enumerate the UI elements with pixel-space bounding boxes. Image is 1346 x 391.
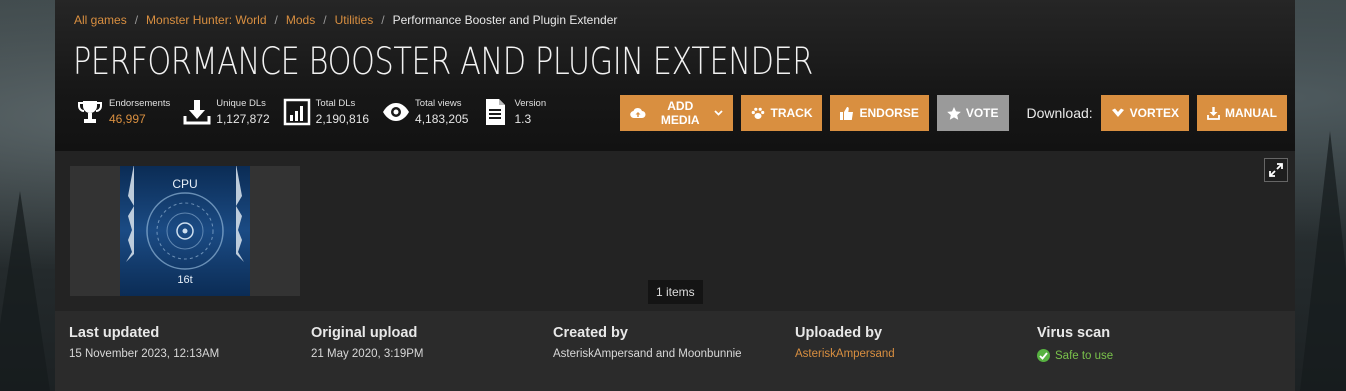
meta-created-by: Created by AsteriskAmpersand and Moonbun… bbox=[553, 325, 742, 360]
stat-label: Endorsements bbox=[109, 98, 171, 109]
virus-scan-status[interactable]: Safe to use bbox=[1037, 349, 1113, 362]
breadcrumb-current: Performance Booster and Plugin Extender bbox=[392, 13, 618, 27]
virus-scan-label: Safe to use bbox=[1055, 349, 1114, 362]
meta-label: Original upload bbox=[311, 325, 418, 341]
breadcrumb-all-games[interactable]: All games bbox=[74, 13, 127, 27]
thumb-title: CPU bbox=[172, 177, 197, 191]
stat-total-dls: Total DLs 2,190,816 bbox=[282, 97, 369, 127]
meta-virus-scan: Virus scan Safe to use bbox=[1037, 325, 1113, 362]
mod-header: All games / Monster Hunter: World / Mods… bbox=[55, 0, 1295, 151]
thumb-caption: 16t bbox=[177, 274, 192, 286]
meta-label: Last updated bbox=[69, 325, 160, 341]
stat-value: 46,997 bbox=[109, 112, 146, 126]
meta-label: Virus scan bbox=[1037, 325, 1111, 341]
uploader-link[interactable]: AsteriskAmpersand bbox=[795, 348, 895, 360]
media-gallery: CPU 16t 1 items bbox=[55, 151, 1295, 311]
meta-label: Uploaded by bbox=[795, 325, 883, 341]
manual-label: MANUAL bbox=[1225, 106, 1277, 120]
trophy-icon bbox=[75, 97, 105, 127]
track-button[interactable]: TRACK bbox=[741, 95, 823, 131]
vortex-label: VORTEX bbox=[1129, 106, 1179, 120]
stat-value: 1.3 bbox=[514, 112, 532, 126]
vortex-download-button[interactable]: VORTEX bbox=[1100, 95, 1189, 131]
breadcrumb-mods[interactable]: Mods bbox=[286, 13, 315, 27]
thumbs-up-icon bbox=[840, 106, 854, 120]
manual-download-button[interactable]: MANUAL bbox=[1197, 95, 1287, 131]
paw-icon bbox=[751, 107, 765, 120]
stat-label: Unique DLs bbox=[216, 98, 266, 109]
breadcrumb-category[interactable]: Utilities bbox=[335, 13, 374, 27]
eye-icon bbox=[381, 97, 411, 127]
stat-endorsements: Endorsements 46,997 bbox=[75, 97, 170, 127]
gallery-thumbnail[interactable]: CPU 16t bbox=[70, 166, 300, 296]
chevron-down-icon bbox=[714, 110, 724, 116]
stat-version: Version 1.3 bbox=[480, 97, 546, 127]
add-media-label: ADD MEDIA bbox=[660, 99, 700, 127]
stat-label: Total DLs bbox=[315, 98, 356, 109]
check-icon bbox=[1037, 349, 1050, 362]
stat-unique-dls: Unique DLs 1,127,872 bbox=[182, 97, 270, 127]
meta-original-upload: Original upload 21 May 2020, 3:19PM bbox=[311, 325, 424, 360]
add-media-button[interactable]: ADD MEDIA bbox=[620, 95, 734, 131]
vote-button[interactable]: VOTE bbox=[936, 95, 1009, 131]
meta-last-updated: Last updated 15 November 2023, 12:13AM bbox=[69, 325, 219, 360]
breadcrumb-game[interactable]: Monster Hunter: World bbox=[146, 13, 267, 27]
endorse-label: ENDORSE bbox=[859, 106, 919, 120]
gallery-count: 1 items bbox=[648, 280, 703, 304]
mod-image: CPU 16t bbox=[120, 166, 250, 296]
endorse-button[interactable]: ENDORSE bbox=[830, 95, 929, 131]
document-icon bbox=[480, 97, 510, 127]
stat-label: Total views bbox=[415, 98, 462, 109]
stat-value: 1,127,872 bbox=[216, 112, 270, 126]
meta-value: 21 May 2020, 3:19PM bbox=[311, 348, 424, 360]
download-label: Download: bbox=[1026, 105, 1093, 121]
meta-value: AsteriskAmpersand and Moonbunnie bbox=[553, 348, 742, 360]
mod-actions: ADD MEDIA TRACK ENDORSE VOTE Download: V… bbox=[620, 95, 1295, 131]
meta-uploaded-by: Uploaded by AsteriskAmpersand bbox=[795, 325, 895, 360]
bar-chart-icon bbox=[282, 97, 312, 127]
vote-label: VOTE bbox=[965, 106, 999, 120]
expand-icon[interactable] bbox=[1264, 158, 1288, 182]
stat-value: 2,190,816 bbox=[315, 112, 370, 126]
star-icon bbox=[947, 106, 961, 120]
vortex-icon bbox=[1111, 108, 1125, 118]
stat-label: Version bbox=[514, 98, 547, 109]
background-tree bbox=[0, 191, 50, 391]
breadcrumb: All games / Monster Hunter: World / Mods… bbox=[74, 13, 617, 27]
page-title: PERFORMANCE BOOSTER AND PLUGIN EXTENDER bbox=[73, 40, 813, 83]
track-label: TRACK bbox=[770, 106, 813, 120]
mod-page: All games / Monster Hunter: World / Mods… bbox=[55, 0, 1295, 391]
background-tree bbox=[1300, 131, 1346, 391]
stat-value: 4,183,205 bbox=[415, 112, 469, 126]
mod-meta: Last updated 15 November 2023, 12:13AM O… bbox=[55, 311, 1295, 391]
cloud-upload-icon bbox=[630, 107, 646, 119]
breadcrumb-separator: / bbox=[381, 13, 385, 27]
download-icon bbox=[1207, 106, 1220, 120]
download-icon bbox=[182, 97, 212, 127]
meta-label: Created by bbox=[553, 325, 628, 341]
breadcrumb-separator: / bbox=[134, 13, 139, 27]
meta-value: 15 November 2023, 12:13AM bbox=[69, 348, 220, 360]
breadcrumb-separator: / bbox=[323, 13, 327, 27]
mod-stats: Endorsements 46,997 Unique DLs 1,127,872 bbox=[75, 97, 558, 127]
stat-total-views: Total views 4,183,205 bbox=[381, 97, 468, 127]
breadcrumb-separator: / bbox=[274, 13, 278, 27]
